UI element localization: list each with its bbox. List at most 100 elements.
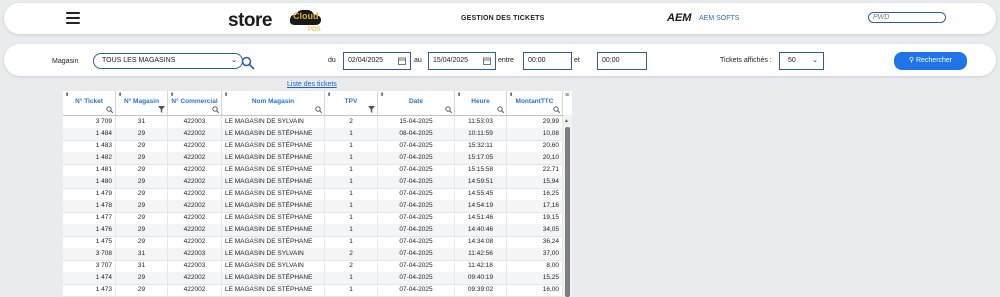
table-cell: 1 [325,284,378,296]
search-icon[interactable] [106,106,113,113]
table-cell: LE MAGASIN DE STÉPHANE [222,128,325,140]
table-cell: LE MAGASIN DE STÉPHANE [222,152,325,164]
table-cell: 07-04-2025 [378,188,455,200]
column-header-label: N° Commercial [171,98,218,105]
table-cell: 1 [325,272,378,284]
column-header[interactable]: ⬍ N° Magasin [116,91,168,115]
time-from-field[interactable]: 00:00 [523,52,572,70]
column-header[interactable]: ⬍ Date [378,91,455,115]
table-cell: 19,15 [507,212,563,224]
table-cell: 11:42:18 [455,260,507,272]
table-cell: 1 [325,212,378,224]
et-label: et [574,57,580,64]
storecloud-logo: store Cloud POS [228,7,328,35]
filter-icon[interactable] [158,106,165,113]
time-to-field[interactable]: 00:00 [597,52,647,70]
column-header[interactable]: ⬍ MontantTTC [507,91,563,115]
time-from-value: 00:00 [528,57,546,64]
table-cell: 31 [116,116,168,128]
entre-label: entre [498,57,514,64]
table-cell: LE MAGASIN DE STÉPHANE [222,176,325,188]
date-from-field[interactable]: 02/04/2025 [343,52,411,70]
table-cell: 15-04-2025 [378,116,455,128]
table-cell: 31 [116,260,168,272]
magasin-select-value: TOUS LES MAGASINS [102,57,176,64]
date-to-field[interactable]: 15/04/2025 [428,52,496,70]
search-icon[interactable] [445,106,452,113]
table-cell: 1 473 [63,284,116,296]
calendar-icon[interactable] [483,57,491,65]
table-cell: 14:40:46 [455,224,507,236]
table-cell: 1 [325,236,378,248]
calendar-icon[interactable] [398,57,406,65]
table-cell: 1 484 [63,128,116,140]
scroll-up-icon[interactable]: ▲ [564,118,569,124]
table-cell: 422002 [168,140,222,152]
search-button[interactable]: ⚲ Rechercher [894,52,967,70]
search-icon[interactable] [315,106,322,113]
table-cell: 22,71 [507,164,563,176]
table-cell: 422003 [168,260,222,272]
table-cell: 15,25 [507,272,563,284]
table-cell: 1 476 [63,224,116,236]
magasin-select[interactable]: TOUS LES MAGASINS ⌄ [93,53,243,69]
logo-cloud-text: Cloud [293,11,319,21]
vertical-scrollbar[interactable]: ▲ [563,115,572,297]
scrollbar-thumb[interactable] [565,127,570,297]
table-cell: 422002 [168,236,222,248]
search-icon[interactable] [241,56,255,70]
table-cell: 10:11:59 [455,128,507,140]
table-cell: 07-04-2025 [378,260,455,272]
table-cell: 36,24 [507,236,563,248]
column-header[interactable]: ⬍ TPV [325,91,378,115]
tickets-affiches-label: Tickets affichés : [720,57,772,64]
table-cell: 422002 [168,284,222,296]
password-field[interactable] [868,12,946,23]
aem-softs-label: AEM SOFTS [699,15,740,22]
column-header[interactable]: ⬍ N° Commercial [168,91,222,115]
table-cell: 422002 [168,272,222,284]
table-row[interactable]: 1 473 29 422002 LE MAGASIN DE STÉPHANE 1 07-0… [63,284,563,297]
search-icon[interactable] [212,106,219,113]
table-cell: 422002 [168,200,222,212]
column-header[interactable]: ⬍ Heure [455,91,507,115]
table-cell: 3 709 [63,116,116,128]
column-header-label: TPV [344,98,358,105]
table-cell: 29 [116,200,168,212]
table-cell: LE MAGASIN DE STÉPHANE [222,272,325,284]
table-cell: 1 475 [63,236,116,248]
table-cell: 07-04-2025 [378,140,455,152]
table-cell: 2 [325,116,378,128]
table-cell: 1 [325,164,378,176]
table-cell: LE MAGASIN DE STÉPHANE [222,164,325,176]
table-cell: 07-04-2025 [378,200,455,212]
table-cell: 16,00 [507,284,563,296]
list-tickets-link[interactable]: Liste des tickets [287,81,337,88]
table-cell: 422002 [168,128,222,140]
tickets-table: ⬍ N° Ticket ⬍ N° Magasin ⬍ N° Commercial ⬍ Nom … [63,91,572,297]
table-cell: 29,99 [507,116,563,128]
table-cell: LE MAGASIN DE STÉPHANE [222,200,325,212]
table-cell: 14:55:45 [455,188,507,200]
table-cell: 422002 [168,224,222,236]
table-cell: 1 483 [63,140,116,152]
table-cell: 14:54:19 [455,200,507,212]
column-header[interactable]: ⬍ Nom Magasin [222,91,325,115]
column-header[interactable]: ⬍ N° Ticket [63,91,116,115]
table-cell: 31 [116,248,168,260]
table-cell: 29 [116,176,168,188]
column-menu-icon[interactable]: ≡ [565,92,569,99]
table-cell: 422002 [168,164,222,176]
page-title: GESTION DES TICKETS [461,15,545,22]
table-cell: 1 474 [63,272,116,284]
search-icon[interactable] [497,106,504,113]
table-cell: 29 [116,224,168,236]
table-cell: 07-04-2025 [378,284,455,296]
table-cell: 17,16 [507,200,563,212]
filter-icon[interactable] [368,106,375,113]
search-icon[interactable] [553,106,560,113]
search-icon: ⚲ [908,57,914,64]
tickets-count-select[interactable]: 50 ⌄ [779,52,824,70]
table-cell: 422002 [168,152,222,164]
hamburger-menu-icon[interactable] [66,12,80,24]
